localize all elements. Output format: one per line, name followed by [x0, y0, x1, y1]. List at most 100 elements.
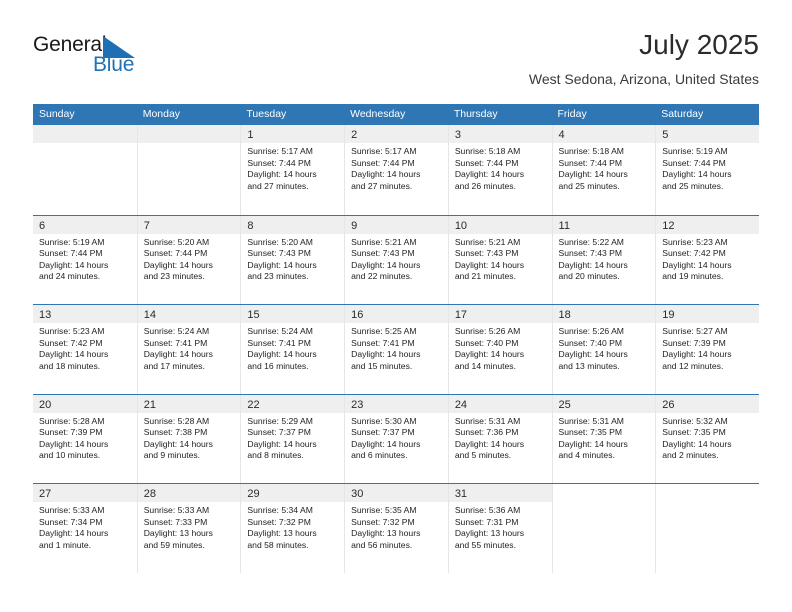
sunset-text: Sunset: 7:35 PM: [558, 427, 623, 438]
sunrise-text: Sunrise: 5:19 AM: [662, 146, 728, 156]
calendar-day-cell[interactable]: 12 Sunrise: 5:23 AM Sunset: 7:42 PM Dayligh…: [655, 215, 759, 304]
daylight-text-line2: and 17 minutes.: [143, 360, 205, 371]
calendar-cell-empty: [33, 125, 137, 215]
daylight-text-line2: and 21 minutes.: [454, 271, 516, 282]
calendar-day-cell[interactable]: 7 Sunrise: 5:20 AM Sunset: 7:44 PM Daylight…: [136, 215, 241, 304]
day-number-strip: 1: [241, 125, 345, 143]
day-number: 5: [662, 129, 669, 141]
calendar-day-cell[interactable]: 13 Sunrise: 5:23 AM Sunset: 7:42 PM Dayligh…: [33, 305, 137, 394]
daylight-text-line2: and 25 minutes.: [558, 180, 620, 191]
calendar-day-cell[interactable]: 9 Sunrise: 5:21 AM Sunset: 7:43 PM Daylight…: [344, 215, 448, 304]
calendar-day-cell[interactable]: 23 Sunrise: 5:30 AM Sunset: 7:37 PM Dayligh…: [344, 394, 448, 483]
calendar-day-cell[interactable]: 22 Sunrise: 5:29 AM Sunset: 7:37 PM Dayligh…: [240, 394, 345, 483]
daylight-text-line1: Daylight: 13 hours: [143, 528, 213, 539]
sunset-text: Sunset: 7:39 PM: [39, 427, 103, 438]
calendar-day-cell[interactable]: 30 Sunrise: 5:35 AM Sunset: 7:32 PM Dayligh…: [344, 484, 448, 573]
calendar-day-cell[interactable]: 10 Sunrise: 5:21 AM Sunset: 7:43 PM Dayligh…: [447, 215, 552, 304]
day-details: Sunrise: 5:24 AM Sunset: 7:41 PM Daylight:…: [138, 323, 241, 372]
day-details: Sunrise: 5:17 AM Sunset: 7:44 PM Daylight:…: [345, 143, 448, 192]
page-title: July 2025: [639, 29, 759, 60]
calendar-day-cell[interactable]: 26 Sunrise: 5:32 AM Sunset: 7:35 PM Dayligh…: [655, 394, 759, 483]
calendar-day-cell[interactable]: 20 Sunrise: 5:28 AM Sunset: 7:39 PM Dayligh…: [33, 394, 137, 484]
sunrise-text: Sunrise: 5:31 AM: [454, 415, 521, 426]
sunrise-text: Sunrise: 5:28 AM: [143, 415, 210, 426]
sunrise-text: Sunrise: 5:22 AM: [558, 236, 624, 247]
calendar-day-cell[interactable]: 11 Sunrise: 5:22 AM Sunset: 7:43 PM Dayligh…: [551, 215, 656, 304]
day-number-strip: 8: [241, 215, 345, 234]
daylight-text-line1: Daylight: 14 hours: [39, 349, 109, 360]
calendar-day-cell[interactable]: 4 Sunrise: 5:18 AM Sunset: 7:44 PM Daylight…: [551, 125, 656, 215]
calendar-day-cell[interactable]: 2 Sunrise: 5:17 AM Sunset: 7:44 PM Daylight…: [344, 125, 448, 215]
calendar-day-cell[interactable]: 31 Sunrise: 5:36 AM Sunset: 7:31 PM Dayligh…: [447, 484, 552, 573]
day-number-strip: 12: [656, 215, 759, 234]
day-number-strip: 7: [137, 215, 241, 234]
calendar-day-cell[interactable]: 3 Sunrise: 5:18 AM Sunset: 7:44 PM Daylight…: [447, 125, 552, 215]
calendar-day-cell[interactable]: 17 Sunrise: 5:26 AM Sunset: 7:40 PM Dayligh…: [447, 305, 552, 394]
sunrise-text: Sunrise: 5:29 AM: [247, 415, 313, 426]
daylight-text-line2: and 10 minutes.: [39, 450, 101, 461]
daylight-text-line2: and 16 minutes.: [247, 360, 309, 371]
daylight-text-line1: Daylight: 14 hours: [454, 259, 525, 270]
calendar-day-cell[interactable]: 18 Sunrise: 5:26 AM Sunset: 7:40 PM Dayligh…: [551, 305, 656, 394]
day-number-strip: 20: [33, 394, 137, 413]
calendar-day-cell[interactable]: 28 Sunrise: 5:33 AM Sunset: 7:33 PM Dayligh…: [136, 484, 241, 573]
calendar-day-cell[interactable]: 1 Sunrise: 5:17 AM Sunset: 7:44 PM Daylight…: [240, 125, 345, 215]
daylight-text-line1: Daylight: 13 hours: [351, 528, 421, 539]
day-details: Sunrise: 5:32 AM Sunset: 7:35 PM Daylight:…: [656, 413, 759, 462]
sunset-text: Sunset: 7:41 PM: [247, 337, 311, 348]
sunrise-text: Sunrise: 5:32 AM: [662, 415, 728, 426]
daylight-text-line1: Daylight: 14 hours: [247, 169, 317, 180]
daylight-text-line1: Daylight: 14 hours: [39, 259, 109, 270]
day-number: 9: [351, 219, 358, 232]
calendar-cell-empty: [655, 484, 759, 573]
calendar-week-row: 27 Sunrise: 5:33 AM Sunset: 7:34 PM Dayligh…: [33, 483, 759, 573]
sunset-text: Sunset: 7:36 PM: [454, 427, 519, 438]
sunrise-text: Sunrise: 5:17 AM: [351, 146, 417, 156]
day-number: 14: [143, 309, 156, 321]
sunset-text: Sunset: 7:43 PM: [558, 248, 623, 259]
calendar-day-cell[interactable]: 27 Sunrise: 5:33 AM Sunset: 7:34 PM Dayligh…: [33, 484, 137, 573]
calendar-day-cell[interactable]: 5 Sunrise: 5:19 AM Sunset: 7:44 PM Daylight…: [655, 125, 759, 215]
daylight-text-line1: Daylight: 14 hours: [662, 349, 732, 360]
daylight-text-line2: and 15 minutes.: [351, 360, 413, 371]
daylight-text-line2: and 9 minutes.: [143, 450, 201, 461]
calendar-day-cell[interactable]: 25 Sunrise: 5:31 AM Sunset: 7:35 PM Dayligh…: [551, 394, 656, 483]
sunrise-text: Sunrise: 5:24 AM: [247, 326, 313, 336]
daylight-text-line1: Daylight: 14 hours: [558, 169, 628, 180]
sunset-text: Sunset: 7:40 PM: [558, 337, 623, 348]
calendar-day-cell[interactable]: 8 Sunrise: 5:20 AM Sunset: 7:43 PM Daylight…: [240, 215, 345, 304]
calendar-day-cell[interactable]: 15 Sunrise: 5:24 AM Sunset: 7:41 PM Dayligh…: [240, 305, 345, 394]
daylight-text-line1: Daylight: 14 hours: [454, 169, 525, 180]
sunrise-text: Sunrise: 5:33 AM: [39, 505, 105, 515]
day-number-strip: 5: [656, 125, 759, 143]
daylight-text-line2: and 58 minutes.: [247, 539, 309, 550]
day-details: Sunrise: 5:29 AM Sunset: 7:37 PM Daylight:…: [241, 413, 344, 462]
day-number-strip: 23: [345, 394, 448, 413]
calendar-day-cell[interactable]: 24 Sunrise: 5:31 AM Sunset: 7:36 PM Dayligh…: [447, 394, 552, 483]
daylight-text-line1: Daylight: 14 hours: [351, 438, 421, 449]
sunrise-text: Sunrise: 5:36 AM: [454, 505, 521, 515]
brand-logo[interactable]: General Blue: [33, 33, 253, 89]
day-details: Sunrise: 5:26 AM Sunset: 7:40 PM Daylight:…: [449, 323, 552, 372]
day-details: Sunrise: 5:19 AM Sunset: 7:44 PM Daylight:…: [656, 143, 759, 192]
calendar-day-cell[interactable]: 29 Sunrise: 5:34 AM Sunset: 7:32 PM Dayligh…: [240, 484, 345, 573]
calendar-day-cell[interactable]: 19 Sunrise: 5:27 AM Sunset: 7:39 PM Dayligh…: [655, 305, 759, 394]
day-number: 24: [454, 398, 468, 411]
title-block: July 2025 West Sedona, Arizona, United S…: [529, 28, 759, 88]
calendar-day-cell[interactable]: 14 Sunrise: 5:24 AM Sunset: 7:41 PM Dayligh…: [136, 305, 241, 394]
day-details: Sunrise: 5:21 AM Sunset: 7:43 PM Daylight:…: [345, 234, 448, 283]
calendar-day-cell[interactable]: 6 Sunrise: 5:19 AM Sunset: 7:44 PM Daylight…: [33, 215, 137, 305]
sunset-text: Sunset: 7:40 PM: [454, 337, 519, 348]
day-details: Sunrise: 5:23 AM Sunset: 7:42 PM Daylight:…: [33, 323, 137, 372]
sunset-text: Sunset: 7:43 PM: [454, 248, 519, 259]
day-details: Sunrise: 5:20 AM Sunset: 7:44 PM Daylight:…: [138, 234, 241, 283]
day-details: Sunrise: 5:24 AM Sunset: 7:41 PM Daylight:…: [241, 323, 344, 372]
calendar-day-cell[interactable]: 16 Sunrise: 5:25 AM Sunset: 7:41 PM Dayligh…: [344, 305, 448, 394]
calendar-day-cell[interactable]: 21 Sunrise: 5:28 AM Sunset: 7:38 PM Dayligh…: [136, 394, 241, 483]
daylight-text-line2: and 5 minutes.: [454, 450, 512, 461]
sunset-text: Sunset: 7:44 PM: [143, 248, 208, 259]
sunrise-text: Sunrise: 5:21 AM: [351, 236, 417, 247]
sunset-text: Sunset: 7:43 PM: [247, 248, 311, 259]
day-number-strip: [553, 484, 656, 502]
daylight-text-line2: and 14 minutes.: [454, 360, 516, 371]
